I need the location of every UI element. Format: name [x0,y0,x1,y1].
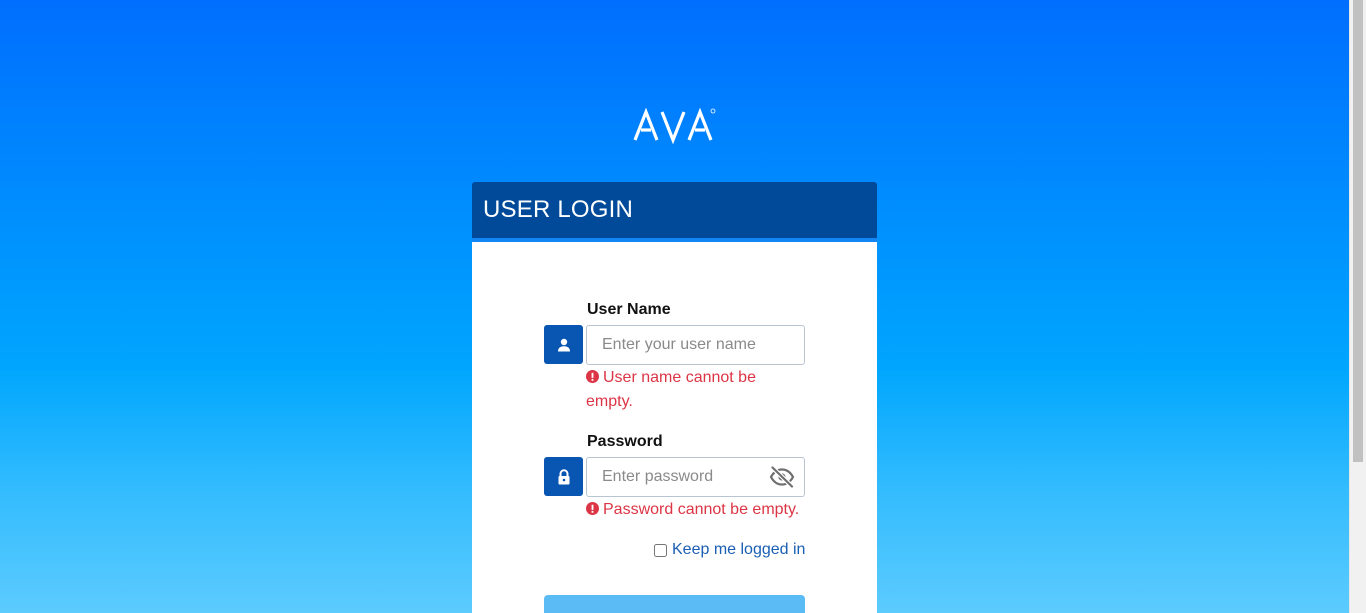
password-label: Password [587,433,663,450]
username-field-wrapper [586,325,805,365]
login-button[interactable]: Login [544,595,805,613]
scrollbar-thumb[interactable] [1353,0,1363,462]
vertical-scrollbar[interactable] [1349,0,1366,613]
user-icon [557,338,570,351]
keep-logged-in-label[interactable]: Keep me logged in [672,541,805,559]
username-error-line1: User name cannot be [603,369,756,386]
login-card-header: USER LOGIN [472,182,877,238]
lock-icon [558,468,569,484]
password-error: Password cannot be empty. [586,498,799,522]
username-input[interactable] [587,326,804,364]
exclamation-circle-icon [586,502,599,515]
password-icon-box [544,457,583,496]
password-error-text: Password cannot be empty. [603,501,800,518]
username-label: User Name [587,301,671,318]
login-title: USER LOGIN [483,196,634,223]
ava-logo [633,107,716,144]
username-icon-box [544,325,583,364]
exclamation-circle-icon [586,370,599,383]
username-error: User name cannot be empty. [586,366,806,414]
password-field-wrapper [586,457,805,497]
page-background: USER LOGIN User Name User name cannot be… [0,0,1349,613]
eye-slash-icon[interactable] [769,466,795,488]
keep-logged-in-row[interactable]: Keep me logged in [654,541,805,559]
keep-logged-in-checkbox[interactable] [654,543,667,557]
username-error-line2: empty. [586,393,633,410]
